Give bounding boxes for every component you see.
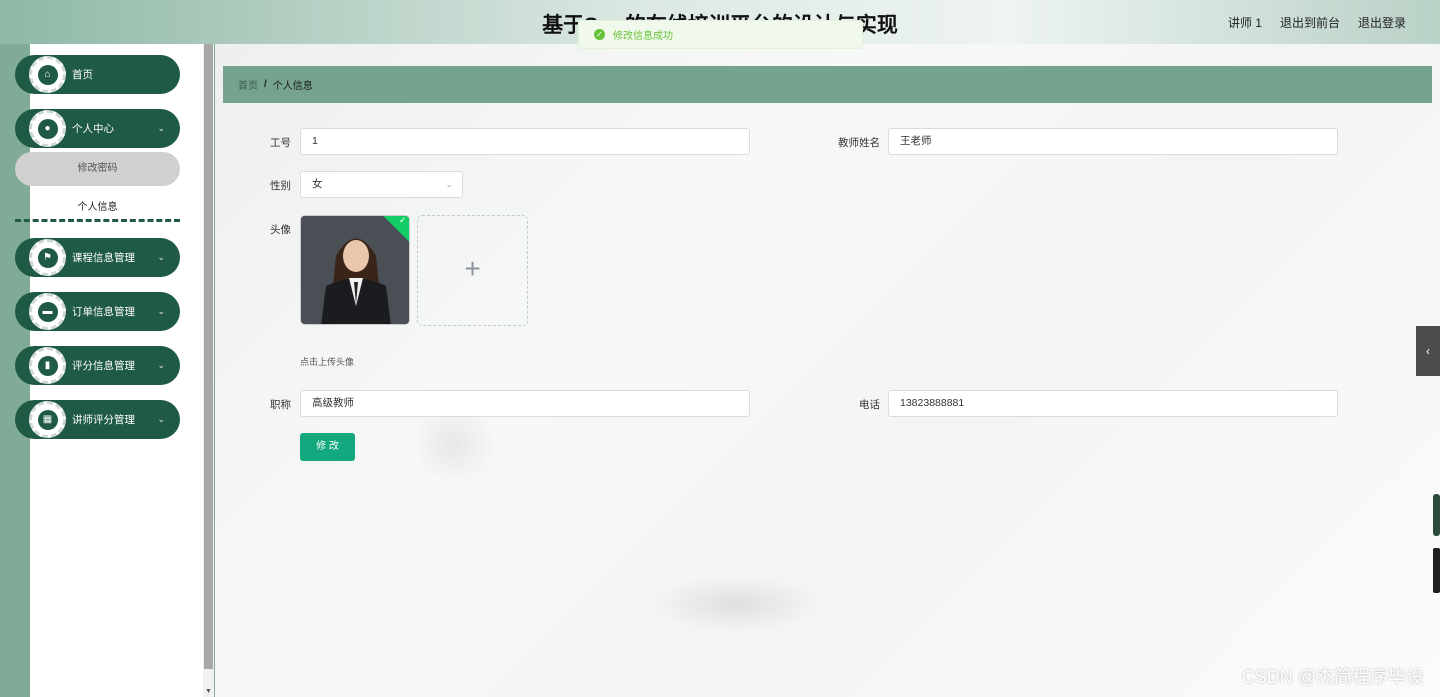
id-label: 工号 bbox=[270, 137, 291, 149]
sidebar-item-course-management[interactable]: ⚑ 课程信息管理 ⌄ bbox=[15, 238, 180, 277]
sidebar-item-label: 讲师评分管理 bbox=[72, 414, 135, 426]
exit-to-frontend-link[interactable]: 退出到前台 bbox=[1280, 14, 1340, 31]
collapse-panel-tab[interactable]: ‹ bbox=[1416, 326, 1440, 376]
avatar-label: 头像 bbox=[270, 224, 291, 236]
sidebar-scrollbar[interactable]: ▼ bbox=[203, 44, 214, 697]
grid-icon: ▦ bbox=[37, 409, 58, 430]
scroll-down-arrow-icon[interactable]: ▼ bbox=[205, 688, 212, 695]
menu-badge: ● bbox=[29, 110, 66, 147]
sidebar-item-label: 评分信息管理 bbox=[72, 360, 135, 372]
teacher-portrait bbox=[301, 216, 409, 324]
edge-widget[interactable] bbox=[1433, 548, 1440, 593]
header-links: 讲师 1 退出到前台 退出登录 bbox=[1228, 14, 1406, 31]
gender-select[interactable]: 女 ⌄ bbox=[300, 171, 463, 198]
breadcrumb: 首页 / 个人信息 bbox=[223, 66, 1432, 103]
phone-field[interactable]: 13823888881 bbox=[888, 390, 1338, 417]
sidebar-item-teacher-rating[interactable]: ▦ 讲师评分管理 ⌄ bbox=[15, 400, 180, 439]
chevron-down-icon: ⌄ bbox=[157, 252, 165, 262]
edge-widget[interactable] bbox=[1433, 494, 1440, 536]
submenu-divider bbox=[15, 219, 180, 222]
sidebar-item-label: 个人中心 bbox=[72, 123, 114, 135]
phone-label: 电话 bbox=[859, 399, 880, 411]
submenu-personal-info[interactable]: 个人信息 bbox=[15, 198, 180, 213]
breadcrumb-separator: / bbox=[264, 79, 267, 90]
current-user-link[interactable]: 讲师 1 bbox=[1228, 14, 1262, 31]
sidebar-item-home[interactable]: ⌂ 首页 bbox=[15, 55, 180, 94]
logout-link[interactable]: 退出登录 bbox=[1358, 14, 1406, 31]
job-title-label: 职称 bbox=[270, 399, 291, 411]
scrollbar-thumb[interactable] bbox=[204, 44, 213, 669]
sidebar-item-label: 课程信息管理 bbox=[72, 252, 135, 264]
avatar-upload-button[interactable]: + bbox=[417, 215, 528, 326]
id-field[interactable]: 1 bbox=[300, 128, 750, 155]
avatar-image[interactable]: ✓ bbox=[300, 215, 410, 325]
job-title-field[interactable]: 高级教师 bbox=[300, 390, 750, 417]
flag-icon: ⚑ bbox=[37, 247, 58, 268]
home-icon: ⌂ bbox=[37, 64, 58, 85]
menu-badge: ▬ bbox=[29, 293, 66, 330]
breadcrumb-home[interactable]: 首页 bbox=[238, 77, 258, 92]
chevron-down-icon: ⌄ bbox=[157, 306, 165, 316]
sidebar-item-label: 订单信息管理 bbox=[72, 306, 135, 318]
sidebar-item-personal-center[interactable]: ● 个人中心 ⌄ bbox=[15, 109, 180, 148]
user-icon: ● bbox=[37, 118, 58, 139]
teacher-name-label: 教师姓名 bbox=[838, 137, 880, 149]
breadcrumb-current: 个人信息 bbox=[272, 81, 313, 92]
gender-value: 女 bbox=[312, 178, 323, 190]
main-content: 首页 / 个人信息 工号 1 教师姓名 王老师 性别 女 ⌄ 头像 ✓ + 点击… bbox=[215, 44, 1440, 697]
check-icon: ✓ bbox=[399, 215, 407, 225]
menu-badge: ⚑ bbox=[29, 239, 66, 276]
chevron-down-icon: ⌄ bbox=[157, 123, 165, 133]
menu-badge: ▦ bbox=[29, 401, 66, 438]
submit-button[interactable]: 修 改 bbox=[300, 433, 355, 461]
chevron-down-icon: ⌄ bbox=[157, 414, 165, 424]
sidebar-item-rating-management[interactable]: ▮ 评分信息管理 ⌄ bbox=[15, 346, 180, 385]
bar-chart-icon: ▮ bbox=[37, 355, 58, 376]
success-toast: ✓ 修改信息成功 bbox=[578, 20, 863, 49]
menu-badge: ▮ bbox=[29, 347, 66, 384]
toast-message: 修改信息成功 bbox=[613, 31, 673, 42]
monitor-icon: ▬ bbox=[37, 301, 58, 322]
chevron-down-icon: ⌄ bbox=[157, 360, 165, 370]
submenu-change-password[interactable]: 修改密码 bbox=[15, 152, 180, 186]
chevron-down-icon: ⌄ bbox=[445, 179, 453, 189]
check-circle-icon: ✓ bbox=[594, 29, 605, 40]
gender-label: 性别 bbox=[270, 180, 291, 192]
sidebar-item-order-management[interactable]: ▬ 订单信息管理 ⌄ bbox=[15, 292, 180, 331]
menu-badge: ⌂ bbox=[29, 56, 66, 93]
watermark: CSDN @杰简程序毕设 bbox=[1241, 667, 1424, 687]
sidebar-item-label: 首页 bbox=[72, 69, 93, 81]
teacher-name-field[interactable]: 王老师 bbox=[888, 128, 1338, 155]
upload-hint: 点击上传头像 bbox=[300, 357, 355, 367]
